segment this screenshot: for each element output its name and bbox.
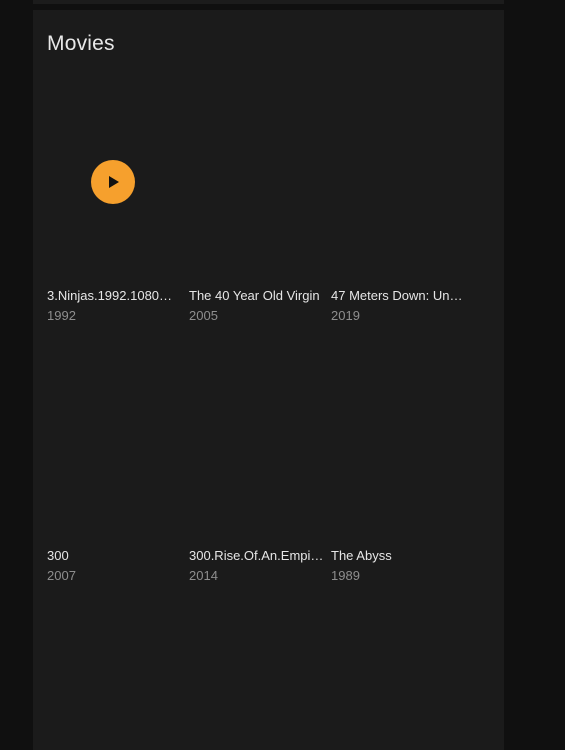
top-bar-edge xyxy=(33,0,504,4)
play-button[interactable] xyxy=(91,160,135,204)
movies-section: Movies 3.Ninjas.1992.1080… 1992 The 40 Y… xyxy=(33,10,504,750)
movie-title[interactable]: The Abyss xyxy=(331,548,465,564)
movie-poster[interactable] xyxy=(331,76,465,286)
movie-card[interactable]: 47 Meters Down: Un… 2019 xyxy=(331,76,465,336)
movie-poster[interactable] xyxy=(47,76,181,286)
movie-grid: 3.Ninjas.1992.1080… 1992 The 40 Year Old… xyxy=(47,76,473,596)
movie-title[interactable]: The 40 Year Old Virgin xyxy=(189,288,323,304)
movie-poster[interactable] xyxy=(189,336,323,546)
movie-year: 2005 xyxy=(189,308,218,323)
movie-card[interactable]: 3.Ninjas.1992.1080… 1992 xyxy=(47,76,181,336)
play-icon xyxy=(109,176,119,188)
movie-card[interactable]: The 40 Year Old Virgin 2005 xyxy=(189,76,323,336)
movie-title[interactable]: 300.Rise.Of.An.Empi… xyxy=(189,548,323,564)
app-frame: Movies 3.Ninjas.1992.1080… 1992 The 40 Y… xyxy=(0,0,565,750)
movie-year: 2014 xyxy=(189,568,218,583)
movie-year: 1992 xyxy=(47,308,76,323)
movie-poster[interactable] xyxy=(189,76,323,286)
movie-poster[interactable] xyxy=(331,336,465,546)
movie-title[interactable]: 300 xyxy=(47,548,181,564)
movie-card[interactable]: The Abyss 1989 xyxy=(331,336,465,596)
movie-card[interactable]: 300.Rise.Of.An.Empi… 2014 xyxy=(189,336,323,596)
movie-title[interactable]: 47 Meters Down: Un… xyxy=(331,288,465,304)
movie-card[interactable]: 300 2007 xyxy=(47,336,181,596)
section-title: Movies xyxy=(47,32,115,55)
movie-year: 2007 xyxy=(47,568,76,583)
movie-year: 2019 xyxy=(331,308,360,323)
movie-poster[interactable] xyxy=(47,336,181,546)
movie-title[interactable]: 3.Ninjas.1992.1080… xyxy=(47,288,181,304)
movie-year: 1989 xyxy=(331,568,360,583)
